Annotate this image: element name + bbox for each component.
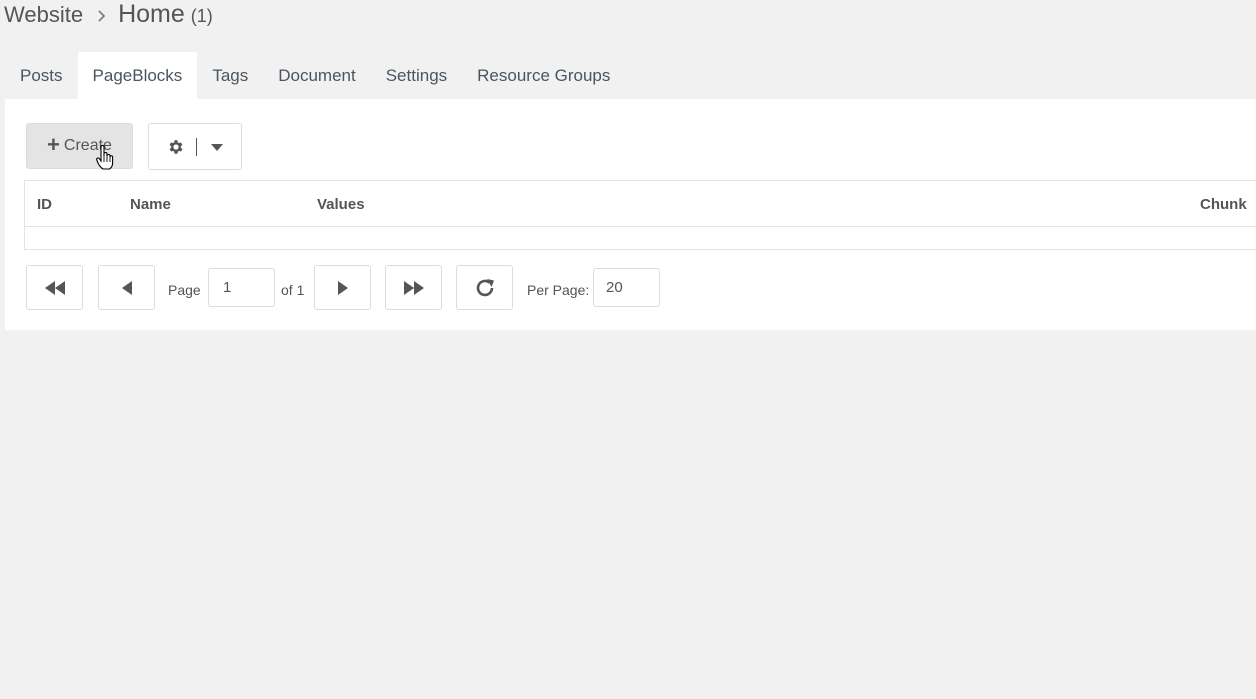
triangle-right-icon bbox=[337, 280, 348, 295]
button-divider bbox=[196, 138, 197, 156]
breadcrumb-parent-link[interactable]: Website bbox=[4, 2, 83, 28]
refresh-icon bbox=[476, 278, 494, 296]
previous-page-button[interactable] bbox=[98, 265, 155, 310]
gear-icon bbox=[169, 140, 183, 154]
double-left-icon bbox=[44, 280, 65, 295]
tab-resource-groups[interactable]: Resource Groups bbox=[462, 52, 625, 99]
pageblocks-grid: ID Name Values Chunk bbox=[24, 180, 1256, 250]
per-page-label: Per Page: bbox=[527, 282, 590, 298]
options-dropdown-button[interactable] bbox=[148, 123, 242, 170]
column-header-values[interactable]: Values bbox=[317, 196, 365, 213]
tab-tags[interactable]: Tags bbox=[197, 52, 263, 99]
triangle-left-icon bbox=[121, 280, 132, 295]
column-header-name[interactable]: Name bbox=[130, 196, 171, 213]
grid-header: ID Name Values Chunk bbox=[25, 181, 1256, 227]
refresh-button[interactable] bbox=[456, 265, 513, 310]
caret-down-icon bbox=[211, 144, 223, 151]
tab-posts[interactable]: Posts bbox=[5, 52, 78, 99]
column-header-chunk[interactable]: Chunk bbox=[1200, 196, 1247, 213]
per-page-input[interactable] bbox=[593, 268, 660, 307]
plus-icon: + bbox=[47, 132, 60, 157]
breadcrumb: Website Home (1) bbox=[4, 0, 213, 30]
create-button[interactable]: + Create bbox=[26, 123, 133, 169]
last-page-button[interactable] bbox=[385, 265, 442, 310]
column-header-id[interactable]: ID bbox=[37, 196, 52, 213]
first-page-button[interactable] bbox=[26, 265, 83, 310]
tab-pageblocks[interactable]: PageBlocks bbox=[77, 52, 198, 99]
page-title: Home bbox=[118, 0, 185, 28]
create-button-label: Create bbox=[63, 137, 112, 154]
tab-document[interactable]: Document bbox=[263, 52, 370, 99]
pageblocks-panel: + Create ID Name Values Chunk Page of 1 bbox=[5, 99, 1256, 330]
tab-settings[interactable]: Settings bbox=[371, 52, 462, 99]
next-page-button[interactable] bbox=[314, 265, 371, 310]
double-right-icon bbox=[403, 280, 424, 295]
resource-count: (1) bbox=[190, 6, 213, 26]
tab-bar: Posts PageBlocks Tags Document Settings … bbox=[5, 52, 625, 99]
page-total-label: of 1 bbox=[281, 282, 305, 298]
page-label: Page bbox=[168, 282, 201, 298]
chevron-right-icon bbox=[98, 10, 106, 22]
page-number-input[interactable] bbox=[208, 268, 275, 307]
